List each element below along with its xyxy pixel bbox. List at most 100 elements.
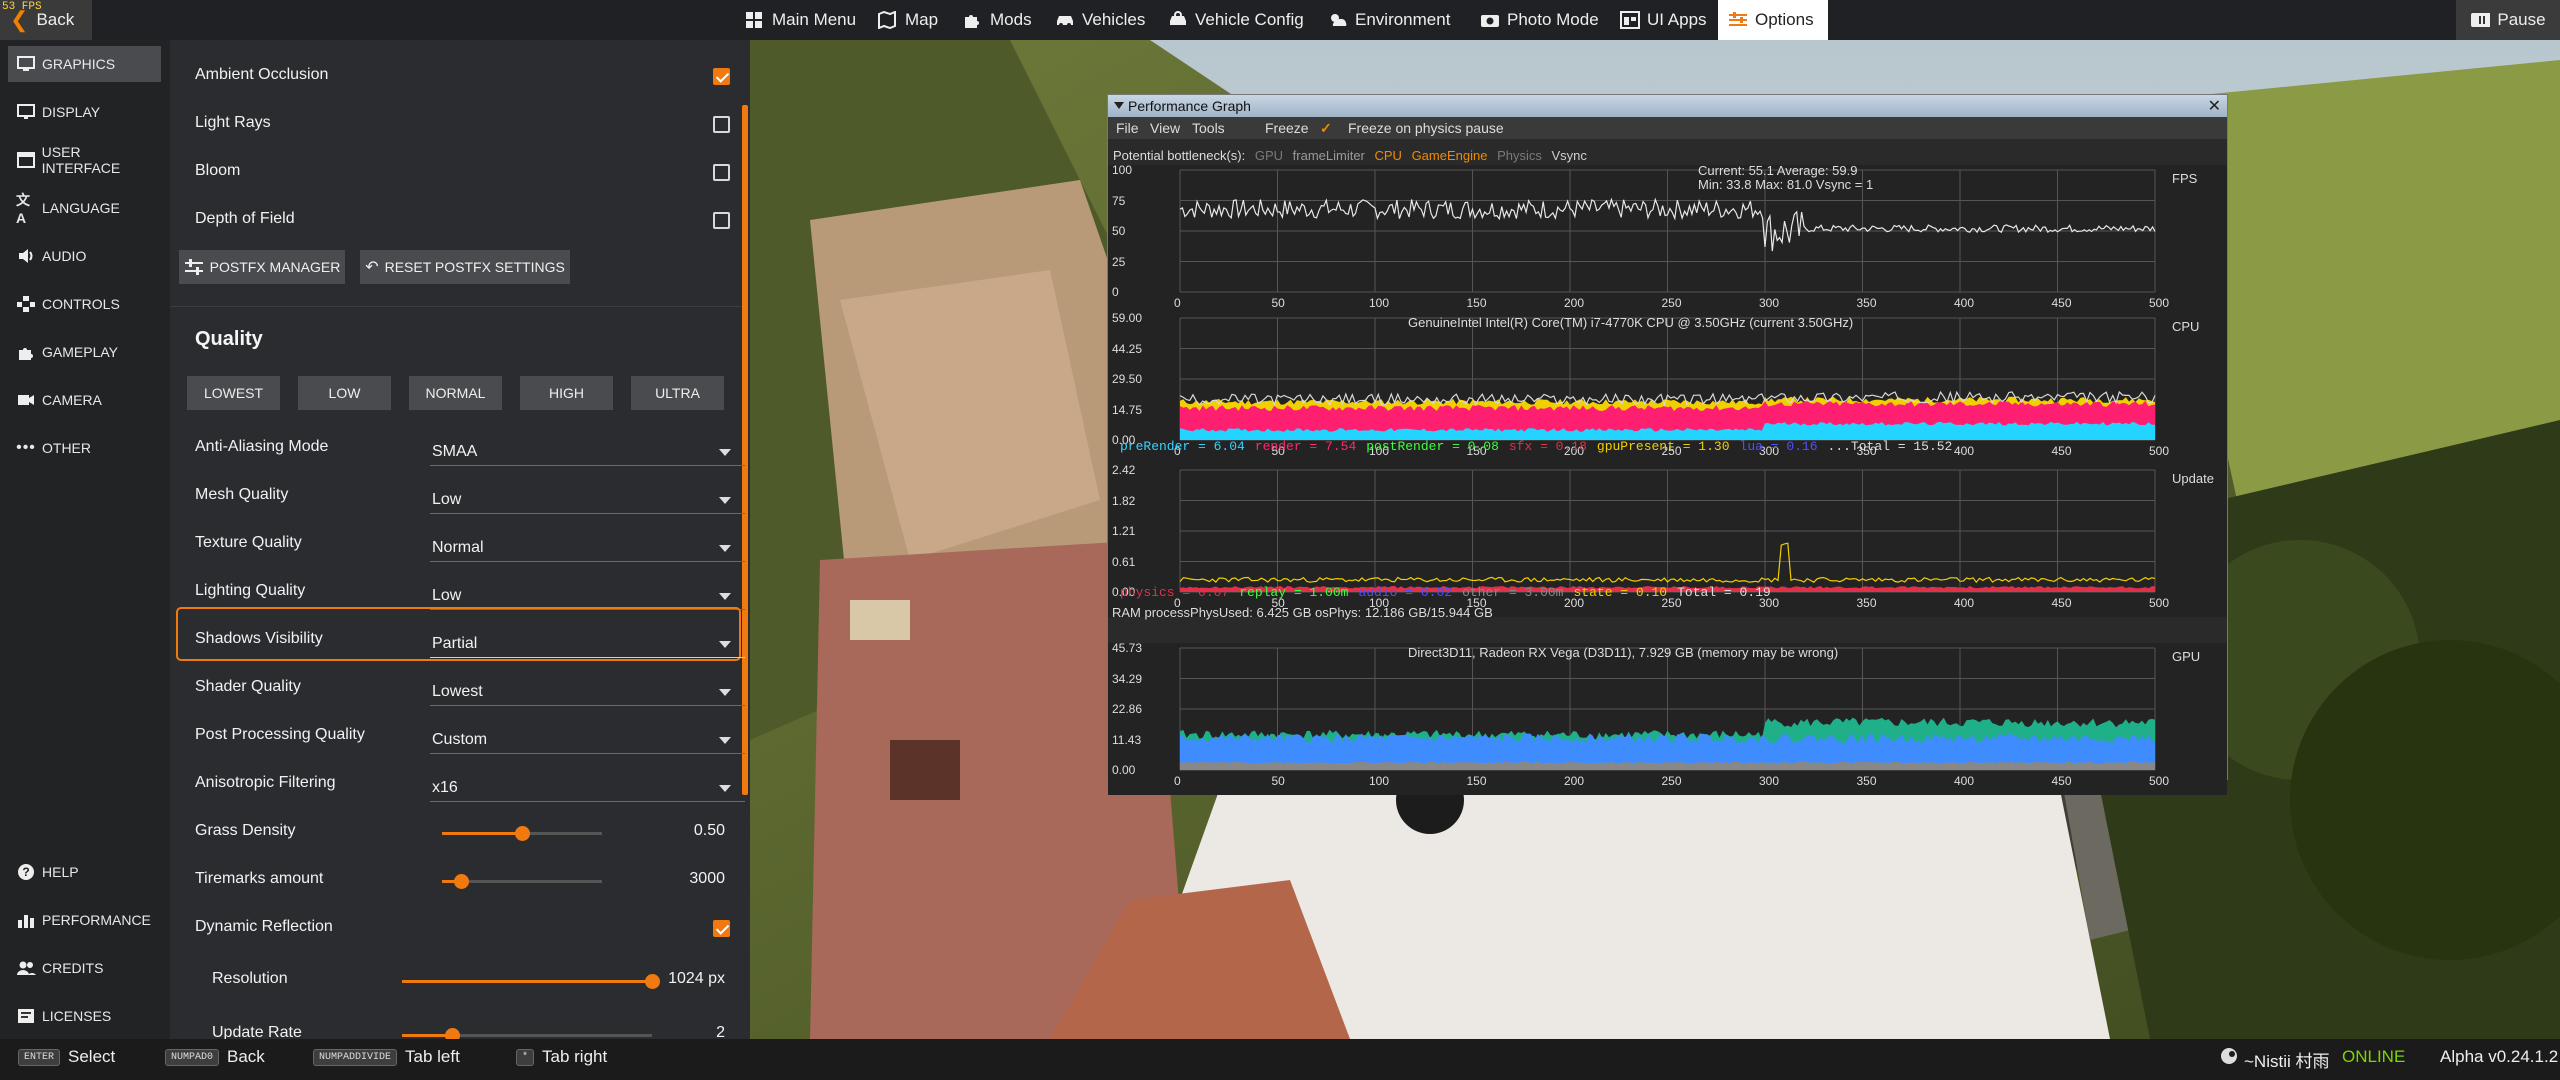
sidebar-item-licenses[interactable]: LICENSES xyxy=(8,998,161,1034)
sidebar-item-help[interactable]: ? HELP xyxy=(8,854,161,890)
quality-heading: Quality xyxy=(195,328,263,350)
sidebar-item-user-interface[interactable]: USER INTERFACE xyxy=(8,142,161,178)
anti-aliasing-select[interactable]: SMAA xyxy=(430,432,745,466)
setting-label: Shader Quality xyxy=(195,678,301,695)
sidebar-item-graphics[interactable]: GRAPHICS xyxy=(8,46,161,82)
sidebar-item-gameplay[interactable]: GAMEPLAY xyxy=(8,334,161,370)
bloom-checkbox[interactable] xyxy=(713,164,730,181)
preset-ultra-button[interactable]: ULTRA xyxy=(631,376,724,410)
ui-apps-button[interactable]: UI Apps xyxy=(1620,0,1707,40)
setting-grass-density: Grass Density 0.50 xyxy=(195,808,725,854)
map-label: Map xyxy=(905,10,939,29)
hint-select[interactable]: ENTER Select xyxy=(18,1047,115,1067)
weather-icon xyxy=(1331,14,1347,26)
hint-tab-left[interactable]: NUMPADDIVIDE Tab left xyxy=(313,1047,460,1067)
caret-down-icon xyxy=(719,641,731,648)
menu-file[interactable]: File xyxy=(1116,120,1139,136)
reset-postfx-button[interactable]: ↶ RESET POSTFX SETTINGS xyxy=(360,250,570,284)
slider-knob[interactable] xyxy=(445,1028,460,1039)
sidebar-item-language[interactable]: 文A LANGUAGE xyxy=(8,190,161,226)
menu-tools[interactable]: Tools xyxy=(1192,120,1225,136)
dynamic-reflection-checkbox[interactable] xyxy=(713,920,730,937)
cpu-legend-item: lua = 0.16 xyxy=(1739,439,1818,454)
sidebar-item-performance[interactable]: PERFORMANCE xyxy=(8,902,161,938)
bottleneck-cpu: CPU xyxy=(1370,148,1402,163)
perf-titlebar[interactable]: Performance Graph ✕ xyxy=(1108,95,2227,117)
collapse-triangle-icon[interactable] xyxy=(1114,102,1124,109)
version-label: Alpha v0.24.1.2 xyxy=(2440,1047,2559,1066)
sidebar-item-display[interactable]: DISPLAY xyxy=(8,94,161,130)
hint-label: Tab right xyxy=(542,1047,608,1066)
y-tick-label: 0 xyxy=(1112,285,1119,299)
x-tick-label: 500 xyxy=(2149,596,2170,610)
slider-knob[interactable] xyxy=(454,874,469,889)
mods-button[interactable]: Mods xyxy=(963,0,1032,40)
bottleneck-gameengine: GameEngine xyxy=(1407,148,1488,163)
sidebar-item-audio[interactable]: AUDIO xyxy=(8,238,161,274)
light-rays-checkbox[interactable] xyxy=(713,116,730,133)
menu-view[interactable]: View xyxy=(1150,120,1180,136)
preset-normal-button[interactable]: NORMAL xyxy=(409,376,502,410)
key-badge: ENTER xyxy=(18,1048,61,1066)
preset-lowest-button[interactable]: LOWEST xyxy=(187,376,280,410)
x-tick-label: 350 xyxy=(1856,596,1877,610)
help-icon: ? xyxy=(16,863,36,881)
options-button[interactable]: Options xyxy=(1718,0,1828,40)
freeze-toggle[interactable]: Freeze xyxy=(1265,120,1309,136)
sidebar-label: LANGUAGE xyxy=(42,200,120,216)
grass-density-value: 0.50 xyxy=(693,822,725,839)
depth-of-field-checkbox[interactable] xyxy=(713,212,730,229)
close-icon[interactable]: ✕ xyxy=(2208,96,2221,118)
hint-back[interactable]: NUMPAD0 Back xyxy=(165,1047,265,1067)
caret-down-icon xyxy=(719,497,731,504)
x-tick-label: 150 xyxy=(1466,296,1487,310)
x-tick-label: 450 xyxy=(2051,296,2072,310)
photo-mode-button[interactable]: Photo Mode xyxy=(1480,0,1599,40)
postfx-manager-button[interactable]: POSTFX MANAGER xyxy=(179,250,345,284)
setting-label: Resolution xyxy=(212,970,288,987)
select-value: Normal xyxy=(432,539,484,556)
shader-quality-select[interactable]: Lowest xyxy=(430,672,745,706)
preset-high-button[interactable]: HIGH xyxy=(520,376,613,410)
select-value: Low xyxy=(432,587,462,604)
sidebar-label: USER INTERFACE xyxy=(41,144,121,176)
environment-button[interactable]: Environment xyxy=(1328,0,1450,40)
caret-down-icon xyxy=(719,449,731,456)
main-menu-button[interactable]: Main Menu xyxy=(745,0,856,40)
setting-label: Depth of Field xyxy=(195,210,295,227)
performance-graph-window[interactable]: Performance Graph ✕ File View Tools Free… xyxy=(1107,94,2228,795)
setting-label: Bloom xyxy=(195,162,241,179)
lighting-quality-select[interactable]: Low xyxy=(430,576,745,610)
ui-apps-label: UI Apps xyxy=(1647,10,1707,29)
checkmark-icon[interactable]: ✓ xyxy=(1320,120,1332,137)
setting-ambient-occlusion: Ambient Occlusion xyxy=(195,52,730,98)
y-tick-label: 2.42 xyxy=(1112,463,1136,477)
post-processing-select[interactable]: Custom xyxy=(430,720,745,754)
slider-knob[interactable] xyxy=(515,826,530,841)
sidebar-label: LICENSES xyxy=(42,1008,112,1024)
vehicle-config-button[interactable]: Vehicle Config xyxy=(1168,0,1304,40)
sidebar-item-other[interactable]: ••• OTHER xyxy=(8,430,161,466)
ambient-occlusion-checkbox[interactable] xyxy=(713,68,730,85)
map-button[interactable]: Map xyxy=(878,0,938,40)
gpu-graph-label: GPU xyxy=(2172,649,2201,664)
texture-quality-select[interactable]: Normal xyxy=(430,528,745,562)
mesh-quality-select[interactable]: Low xyxy=(430,480,745,514)
sidebar-item-credits[interactable]: CREDITS xyxy=(8,950,161,986)
hint-label: Back xyxy=(227,1047,265,1066)
sidebar-item-camera[interactable]: CAMERA xyxy=(8,382,161,418)
preset-low-button[interactable]: LOW xyxy=(298,376,391,410)
setting-label: Lighting Quality xyxy=(195,582,306,599)
shadows-visibility-select[interactable]: Partial xyxy=(430,624,745,658)
sidebar-item-controls[interactable]: CONTROLS xyxy=(8,286,161,322)
sidebar-label: CONTROLS xyxy=(42,296,120,312)
update-legend-item: state = 0.10 xyxy=(1573,585,1668,600)
sidebar-label: GAMEPLAY xyxy=(42,344,118,360)
vehicles-button[interactable]: Vehicles xyxy=(1055,0,1145,40)
hint-tab-right[interactable]: * Tab right xyxy=(516,1047,607,1067)
pause-button[interactable]: Pause xyxy=(2456,0,2560,40)
anisotropic-select[interactable]: x16 xyxy=(430,768,745,802)
key-badge: * xyxy=(516,1048,535,1066)
steam-icon xyxy=(2220,1047,2238,1065)
select-value: Partial xyxy=(432,635,478,652)
